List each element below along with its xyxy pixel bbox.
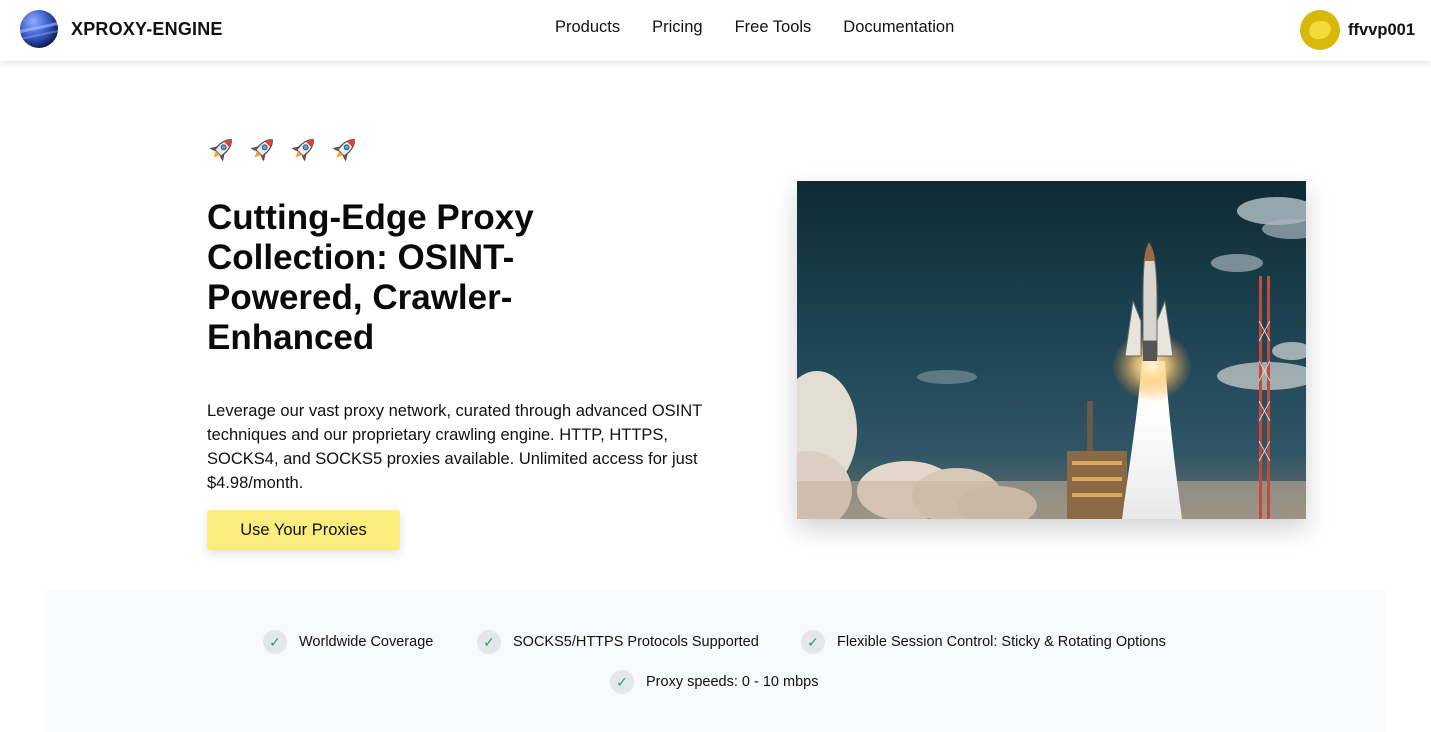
nav-link-free-tools[interactable]: Free Tools: [735, 18, 812, 37]
features-strip: ✓ Worldwide Coverage ✓ SOCKS5/HTTPS Prot…: [47, 590, 1386, 732]
brand[interactable]: XPROXY-ENGINE: [20, 10, 223, 48]
main-nav: Products Pricing Free Tools Documentatio…: [555, 18, 986, 37]
checkmark-icon: ✓: [801, 630, 825, 654]
rocket-icon: [250, 139, 273, 162]
checkmark-icon: ✓: [610, 670, 634, 694]
feature-item: ✓ SOCKS5/HTTPS Protocols Supported: [477, 630, 759, 654]
checkmark-icon: ✓: [477, 630, 501, 654]
use-your-proxies-button[interactable]: Use Your Proxies: [207, 510, 400, 550]
feature-label: SOCKS5/HTTPS Protocols Supported: [513, 634, 759, 650]
rocket-emoji-row: [207, 134, 371, 164]
rocket-icon: [291, 139, 314, 162]
feature-item: ✓ Proxy speeds: 0 - 10 mbps: [610, 670, 818, 694]
feature-item: ✓ Worldwide Coverage: [263, 630, 433, 654]
feature-label: Worldwide Coverage: [299, 634, 434, 650]
avatar: [1300, 10, 1341, 50]
username: ffvvp001: [1348, 20, 1415, 39]
checkmark-icon: ✓: [263, 630, 287, 654]
hero-description: Leverage our vast proxy network, curated…: [207, 402, 702, 492]
feature-label: Proxy speeds: 0 - 10 mbps: [646, 674, 819, 690]
nav-link-documentation[interactable]: Documentation: [843, 18, 954, 37]
globe-logo-icon: [20, 10, 58, 48]
rocket-icon: [209, 139, 232, 162]
nav-link-products[interactable]: Products: [555, 18, 620, 37]
feature-label: Flexible Session Control: Sticky & Rotat…: [837, 634, 1166, 650]
nav-link-pricing[interactable]: Pricing: [652, 18, 702, 37]
feature-item: ✓ Flexible Session Control: Sticky & Rot…: [801, 630, 1166, 654]
brand-name: XPROXY-ENGINE: [71, 18, 223, 39]
rocket-launch-image: [797, 181, 1306, 519]
user-menu[interactable]: ffvvp001: [1300, 10, 1415, 50]
hero-title: Cutting-Edge Proxy Collection: OSINT-Pow…: [207, 198, 534, 357]
top-navbar: XPROXY-ENGINE Products Pricing Free Tool…: [0, 0, 1431, 61]
rocket-icon: [332, 139, 355, 162]
rocket-launch-illustration: [797, 181, 1306, 519]
avatar-shape-icon: [1307, 18, 1334, 42]
